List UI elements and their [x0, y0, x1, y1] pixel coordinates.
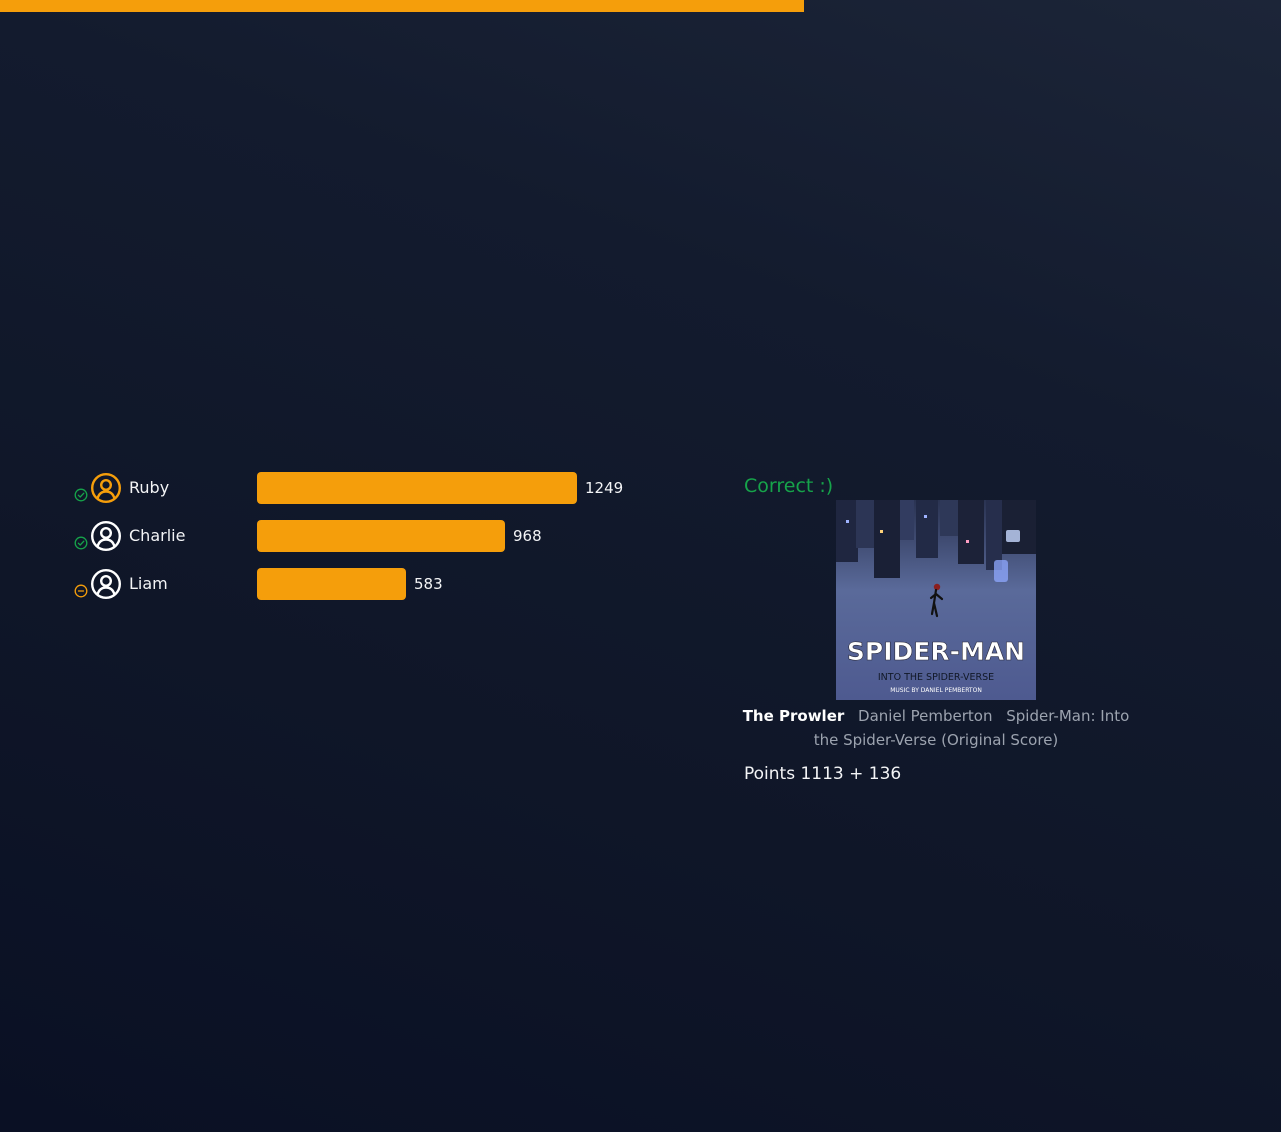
track-artist: Daniel Pemberton — [858, 707, 993, 725]
album-cover-subtitle: INTO THE SPIDER-VERSE — [878, 672, 994, 683]
album-cover-title: SPIDER-MAN — [847, 637, 1025, 666]
player-row-ruby: Ruby 1249 — [72, 472, 672, 508]
round-progress-fill — [0, 0, 805, 12]
score-bar — [257, 472, 577, 504]
player-name: Ruby — [129, 478, 170, 497]
score-bar — [257, 520, 505, 552]
points-summary: Points 1113 + 136 — [744, 764, 902, 784]
album-cover: SPIDER-MAN INTO THE SPIDER-VERSE MUSIC B… — [836, 500, 1036, 700]
user-circle-icon — [90, 568, 122, 600]
player-name: Charlie — [129, 526, 186, 545]
minus-circle-icon — [74, 584, 88, 598]
user-circle-icon — [90, 520, 122, 552]
album-cover-credit: MUSIC BY DANIEL PEMBERTON — [890, 687, 982, 694]
check-circle-icon — [74, 536, 88, 550]
result-label: Correct :) — [744, 475, 834, 497]
player-name: Liam — [129, 574, 168, 593]
score-value: 583 — [414, 575, 443, 593]
score-bar — [257, 568, 406, 600]
score-value: 968 — [513, 527, 542, 545]
user-circle-icon — [90, 472, 122, 504]
player-row-charlie: Charlie 968 — [72, 520, 672, 556]
check-circle-icon — [74, 488, 88, 502]
score-value: 1249 — [585, 479, 624, 497]
round-progress-bar — [0, 0, 1281, 12]
track-title: The Prowler — [742, 707, 845, 725]
track-info: The Prowler Daniel Pemberton Spider-Man:… — [740, 704, 1132, 752]
player-row-liam: Liam 583 — [72, 568, 672, 604]
